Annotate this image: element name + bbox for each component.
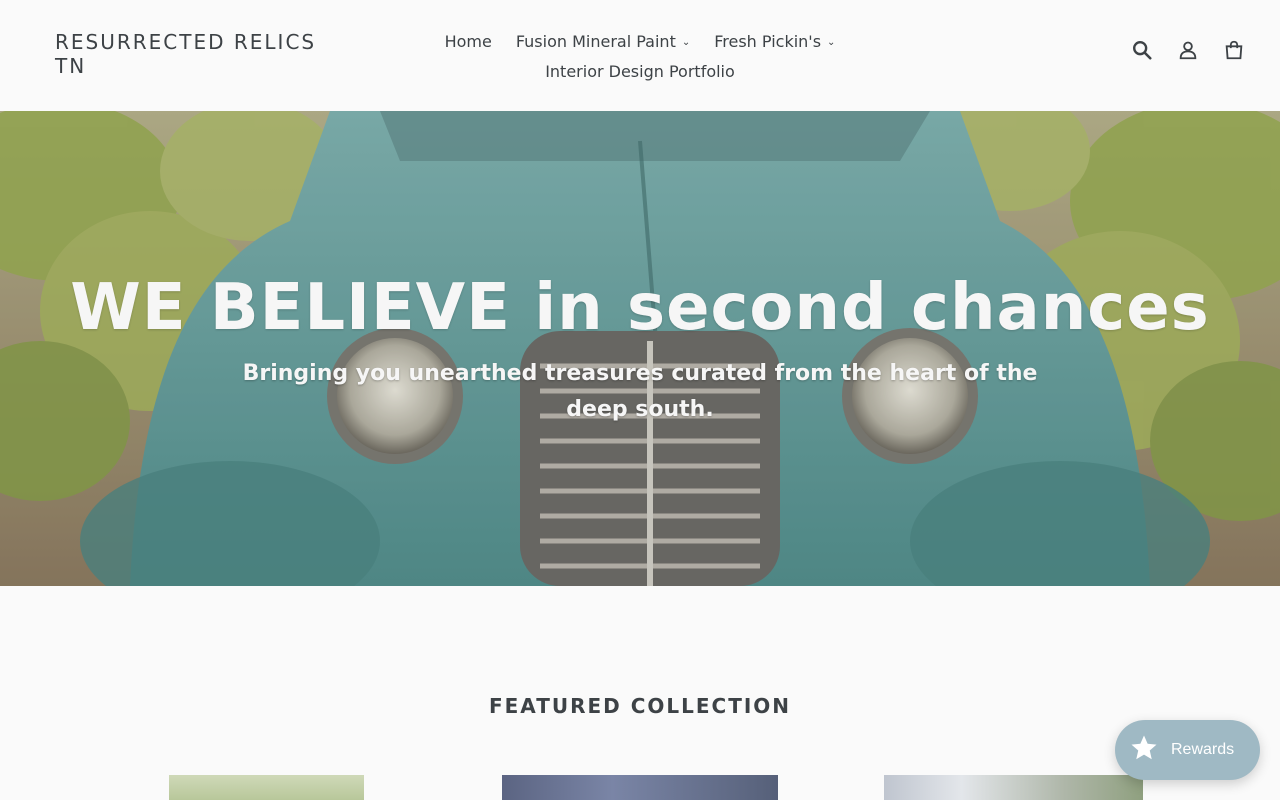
- hero-subtitle: Bringing you unearthed treasures curated…: [242, 361, 1038, 422]
- featured-collection-heading: FEATURED COLLECTION: [488, 694, 792, 718]
- hero-title: WE BELIEVE in second chances: [70, 271, 1210, 345]
- nav-item-label: Home: [444, 31, 492, 51]
- site-header: RESURRECTED RELICS TN Home Fusion Minera…: [0, 0, 1280, 110]
- hero-banner: WE BELIEVE in second chances Bringing yo…: [0, 111, 1280, 586]
- main-nav: Home Fusion Mineral Paint ⌄ Fresh Pickin…: [390, 26, 890, 86]
- nav-item-label: Fresh Pickin's: [714, 31, 822, 51]
- account-icon[interactable]: [1176, 38, 1200, 62]
- hero-overlay: [0, 111, 1280, 586]
- site-logo[interactable]: RESURRECTED RELICS TN: [55, 30, 345, 78]
- search-icon[interactable]: [1130, 38, 1154, 62]
- product-image[interactable]: [502, 775, 778, 800]
- nav-item-fresh-pickins[interactable]: Fresh Pickin's ⌄: [702, 32, 847, 51]
- nav-item-home[interactable]: Home: [433, 32, 504, 51]
- nav-item-label: Interior Design Portfolio: [545, 61, 735, 81]
- nav-item-label: Fusion Mineral Paint: [515, 31, 676, 51]
- cart-icon[interactable]: [1222, 38, 1246, 62]
- rewards-button[interactable]: Rewards: [1115, 720, 1260, 780]
- rewards-label: Rewards: [1171, 741, 1235, 758]
- chevron-down-icon: ⌄: [681, 36, 691, 48]
- product-image[interactable]: [884, 775, 1143, 800]
- nav-item-interior-design-portfolio[interactable]: Interior Design Portfolio: [533, 62, 747, 81]
- nav-item-fusion-mineral-paint[interactable]: Fusion Mineral Paint ⌄: [504, 32, 702, 51]
- chevron-down-icon: ⌄: [827, 36, 836, 48]
- star-icon: [1129, 733, 1159, 767]
- product-image[interactable]: [169, 775, 364, 800]
- header-icons: [1130, 38, 1246, 62]
